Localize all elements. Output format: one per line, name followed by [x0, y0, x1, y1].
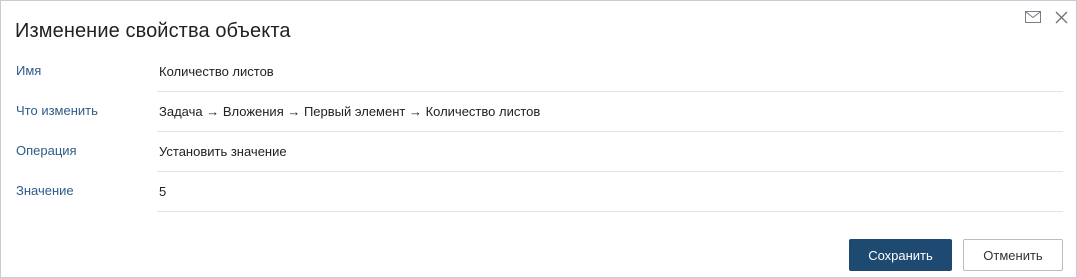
field-value-value[interactable]: 5 [157, 184, 1063, 212]
field-row-value: Значение 5 [1, 183, 1077, 223]
close-icon[interactable] [1052, 8, 1070, 26]
dialog-title: Изменение свойства объекта [15, 20, 291, 42]
field-label-value: Значение [16, 183, 74, 198]
field-value-target[interactable]: Задача → Вложения → Первый элемент → Кол… [157, 104, 1063, 132]
save-button[interactable]: Сохранить [849, 239, 952, 271]
field-row-name: Имя Количество листов [1, 63, 1077, 103]
field-value-name[interactable]: Количество листов [157, 64, 1063, 92]
field-label-operation: Операция [16, 143, 77, 158]
field-label-target: Что изменить [16, 103, 98, 118]
mail-icon[interactable] [1024, 8, 1042, 26]
dialog-header-icons [1024, 8, 1070, 26]
field-label-name: Имя [16, 63, 42, 78]
field-value-operation[interactable]: Установить значение [157, 144, 1063, 172]
edit-property-dialog: Изменение свойства объекта Имя Количеств… [0, 0, 1077, 278]
field-row-target: Что изменить Задача → Вложения → Первый … [1, 103, 1077, 143]
cancel-button[interactable]: Отменить [963, 239, 1063, 271]
field-row-operation: Операция Установить значение [1, 143, 1077, 183]
